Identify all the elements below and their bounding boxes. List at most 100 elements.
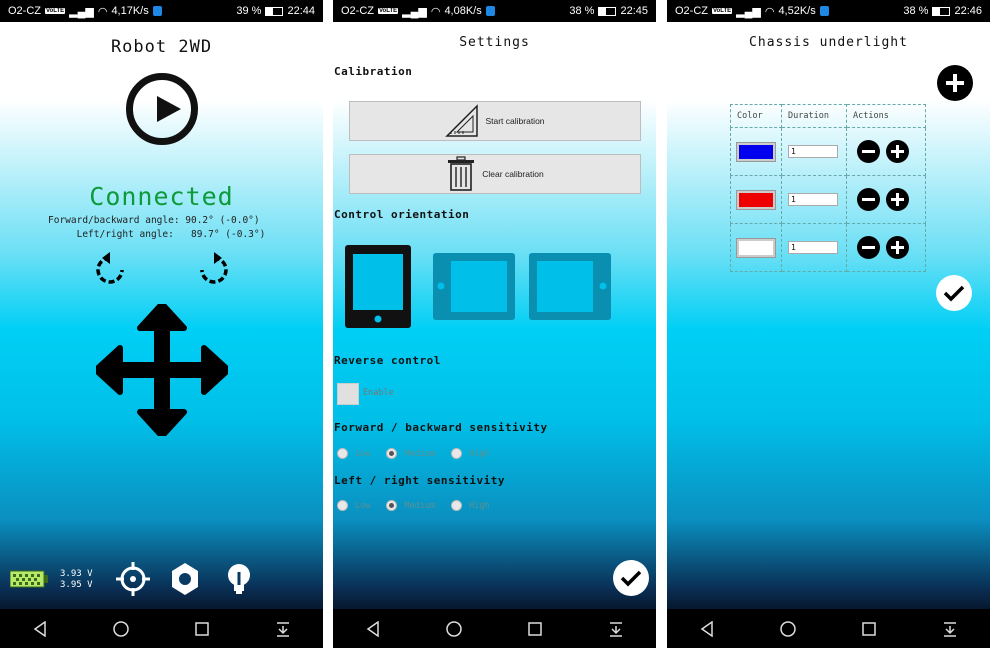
voltage-readout: 3.93 V 3.95 V xyxy=(60,569,93,591)
landscape-right-orientation-option[interactable] xyxy=(529,253,611,320)
gear-icon[interactable] xyxy=(168,562,202,596)
wifi-icon: ◠ xyxy=(764,5,775,18)
fb-high-radio[interactable]: High xyxy=(451,448,490,459)
landscape-left-orientation-option[interactable] xyxy=(433,253,515,320)
actions-column-header: Actions xyxy=(846,104,926,128)
lr-high-radio[interactable]: High xyxy=(451,500,490,511)
start-calibration-label: Start calibration xyxy=(485,116,545,126)
battery-icon xyxy=(265,6,284,16)
robot-2wd-screen: O2-CZ VoLTE ▂▄▆ ◠ 4,17K/s 39 % 22:44 Rob… xyxy=(0,0,323,648)
confirm-button[interactable] xyxy=(936,275,972,311)
page-title: Chassis underlight xyxy=(749,35,908,50)
plus-button[interactable] xyxy=(886,140,909,163)
volte-badge: VoLTE xyxy=(45,8,66,14)
fb-low-radio[interactable]: Low xyxy=(337,448,370,459)
page-title: Settings xyxy=(459,35,530,50)
fb-sensitivity-heading: Forward / backward sensitivity xyxy=(334,421,548,434)
set-square-icon xyxy=(445,104,479,137)
enable-label: Enable xyxy=(363,388,394,398)
color-swatch[interactable] xyxy=(737,142,775,161)
voltage-1: 3.93 V xyxy=(60,569,93,579)
home-icon[interactable] xyxy=(439,614,469,644)
reverse-control-heading: Reverse control xyxy=(334,354,441,367)
home-icon[interactable] xyxy=(773,614,803,644)
battery-icon xyxy=(598,6,617,16)
signal-icon: ▂▄▆ xyxy=(402,5,427,18)
duration-input[interactable]: 1 xyxy=(788,193,838,206)
checkmark-icon xyxy=(620,570,642,587)
back-icon[interactable] xyxy=(25,614,55,644)
color-swatch[interactable] xyxy=(737,190,775,209)
home-icon[interactable] xyxy=(106,614,136,644)
wifi-icon: ◠ xyxy=(430,5,441,18)
duration-input[interactable]: 1 xyxy=(788,145,838,158)
status-bar: O2-CZ VoLTE ▂▄▆ ◠ 4,08K/s 38 % 22:45 xyxy=(333,0,656,22)
recents-icon[interactable] xyxy=(187,614,217,644)
table-header-row: Color Duration Actions xyxy=(730,104,926,128)
plus-button[interactable] xyxy=(886,236,909,259)
notifications-down-icon[interactable] xyxy=(601,614,631,644)
minus-button[interactable] xyxy=(857,188,880,211)
back-icon[interactable] xyxy=(358,614,388,644)
status-bar: O2-CZ VoLTE ▂▄▆ ◠ 4,17K/s 39 % 22:44 xyxy=(0,0,323,22)
target-icon[interactable] xyxy=(116,562,150,596)
carrier-label: O2-CZ xyxy=(675,5,708,17)
recents-icon[interactable] xyxy=(854,614,884,644)
fb-medium-radio[interactable]: Medium xyxy=(386,448,435,459)
angle-readout: Forward/backward angle: 90.2° (-0.0°) Le… xyxy=(48,215,266,240)
carrier-label: O2-CZ xyxy=(341,5,374,17)
portrait-orientation-option[interactable] xyxy=(345,245,411,328)
shield-icon xyxy=(485,6,495,16)
duration-column-header: Duration xyxy=(781,104,847,128)
voltage-2: 3.95 V xyxy=(60,580,93,590)
clock: 22:44 xyxy=(287,5,315,17)
trash-icon xyxy=(448,156,475,191)
network-speed: 4,52K/s xyxy=(778,5,816,17)
enable-checkbox[interactable] xyxy=(337,383,359,405)
fb-sensitivity-radios: Low Medium High xyxy=(337,448,506,459)
clock: 22:46 xyxy=(954,5,982,17)
lr-sensitivity-heading: Left / right sensitivity xyxy=(334,474,505,487)
page-title: Robot 2WD xyxy=(110,37,213,57)
clear-calibration-button[interactable]: Clear calibration xyxy=(349,154,641,194)
network-speed: 4,08K/s xyxy=(444,5,482,17)
lr-medium-radio[interactable]: Medium xyxy=(386,500,435,511)
navigation-bar xyxy=(667,609,990,648)
lr-low-radio[interactable]: Low xyxy=(337,500,370,511)
move-arrows-icon[interactable] xyxy=(96,304,228,436)
minus-button[interactable] xyxy=(857,236,880,259)
volte-badge: VoLTE xyxy=(378,8,399,14)
color-column-header: Color xyxy=(730,104,782,128)
rotate-left-icon[interactable] xyxy=(92,252,128,288)
checkmark-icon xyxy=(943,285,965,302)
volte-badge: VoLTE xyxy=(712,8,733,14)
battery-percent: 39 % xyxy=(236,5,262,17)
clock: 22:45 xyxy=(620,5,648,17)
control-orientation-heading: Control orientation xyxy=(334,208,470,221)
shield-icon xyxy=(819,6,829,16)
lightbulb-icon[interactable] xyxy=(222,562,256,596)
wifi-icon: ◠ xyxy=(97,5,108,18)
add-row-button[interactable] xyxy=(937,65,973,101)
status-bar: O2-CZ VoLTE ▂▄▆ ◠ 4,52K/s 38 % 22:46 xyxy=(667,0,990,22)
table-row: 1 xyxy=(730,175,926,224)
notifications-down-icon[interactable] xyxy=(935,614,965,644)
rotate-right-icon[interactable] xyxy=(196,252,232,288)
underlight-table: Color Duration Actions 1 1 1 xyxy=(730,104,926,272)
back-icon[interactable] xyxy=(692,614,722,644)
notifications-down-icon[interactable] xyxy=(268,614,298,644)
minus-button[interactable] xyxy=(857,140,880,163)
play-button[interactable] xyxy=(126,73,198,145)
confirm-button[interactable] xyxy=(613,560,649,596)
color-swatch[interactable] xyxy=(737,238,775,257)
network-speed: 4,17K/s xyxy=(111,5,149,17)
recents-icon[interactable] xyxy=(520,614,550,644)
start-calibration-button[interactable]: Start calibration xyxy=(349,101,641,141)
carrier-label: O2-CZ xyxy=(8,5,41,17)
plus-button[interactable] xyxy=(886,188,909,211)
signal-icon: ▂▄▆ xyxy=(69,5,94,18)
signal-icon: ▂▄▆ xyxy=(736,5,761,18)
table-row: 1 xyxy=(730,223,926,272)
duration-input[interactable]: 1 xyxy=(788,241,838,254)
navigation-bar xyxy=(0,609,323,648)
